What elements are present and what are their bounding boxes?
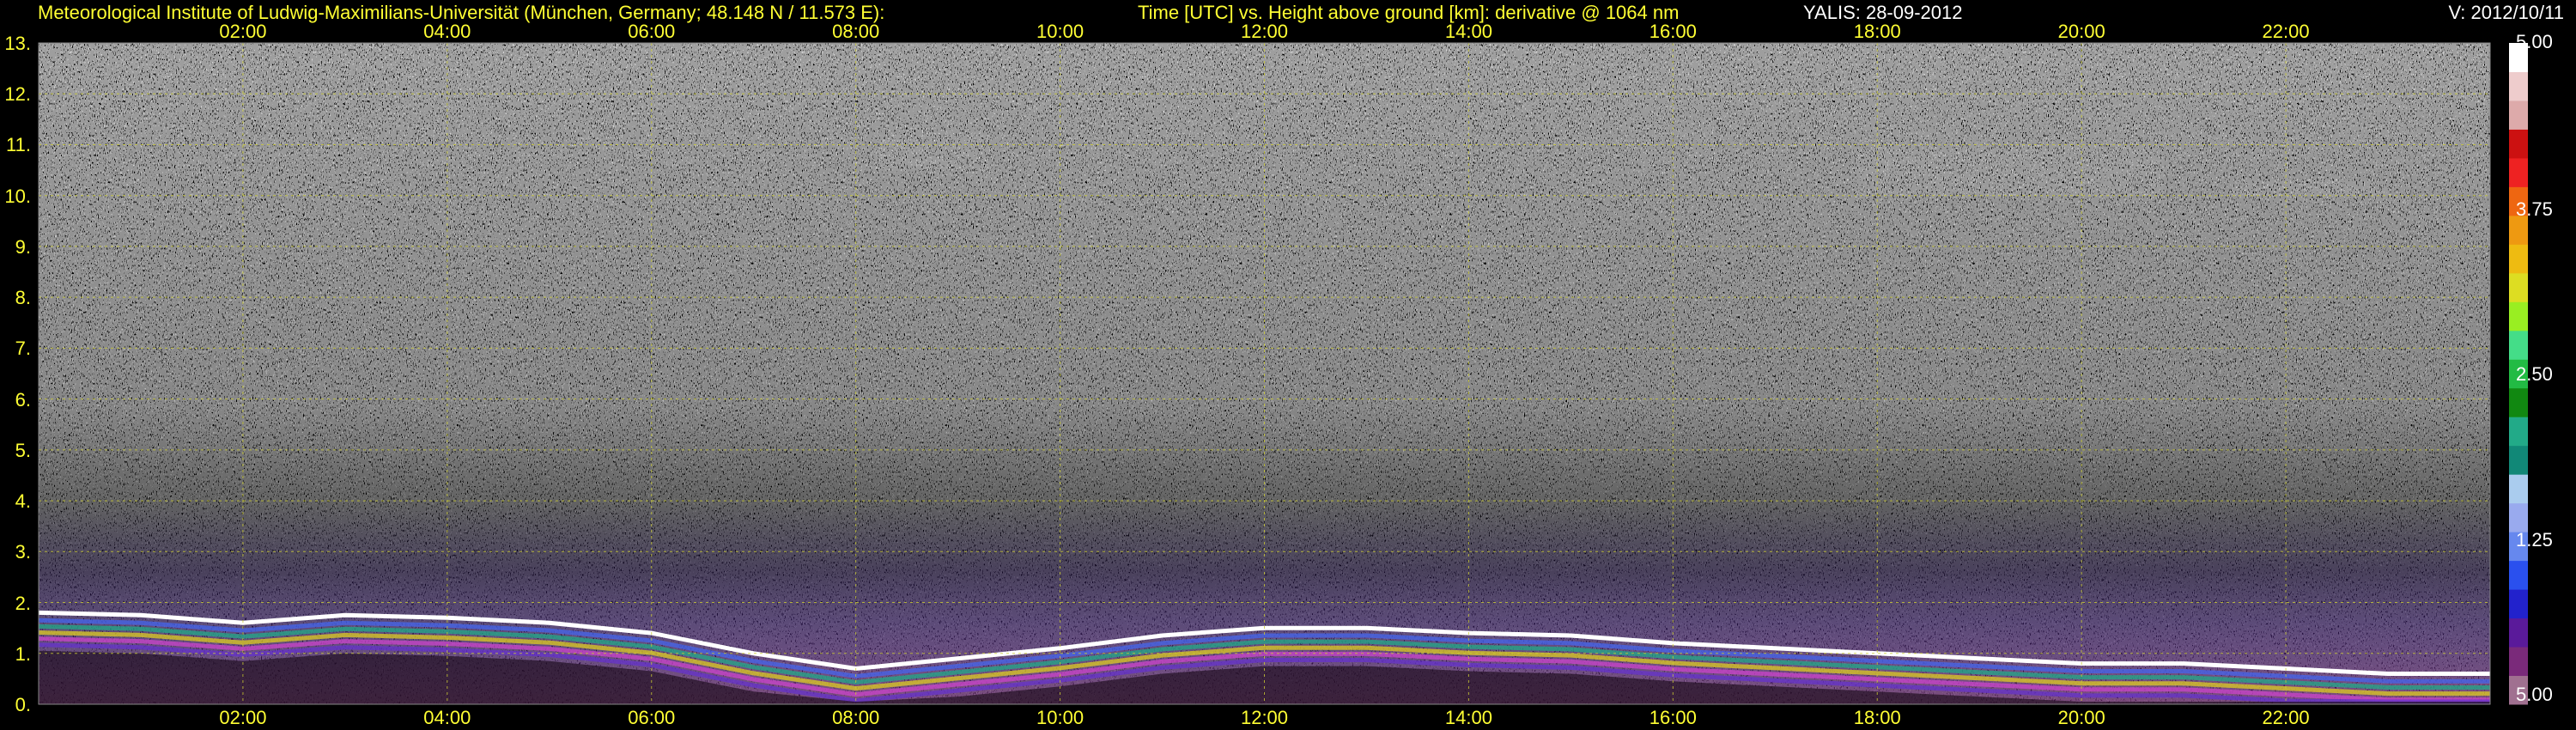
x-tick-label-top: 22:00 (2262, 21, 2310, 42)
colorbar-label: 2.50 (2516, 363, 2553, 385)
colorbar-swatch (2509, 647, 2528, 677)
x-tick-label-bottom: 12:00 (1240, 707, 1289, 728)
x-tick-label-top: 08:00 (832, 21, 880, 42)
colorbar-swatch (2509, 445, 2528, 475)
colorbar-swatch (2509, 100, 2528, 130)
y-tick-label: 7. (15, 338, 31, 360)
x-tick-label-top: 04:00 (423, 21, 471, 42)
x-tick-label-top: 18:00 (1853, 21, 1901, 42)
y-tick-label: 8. (15, 287, 31, 309)
y-tick-label: 9. (15, 235, 31, 258)
x-tick-label-top: 20:00 (2057, 21, 2105, 42)
colorbar-swatch (2509, 417, 2528, 447)
colorbar-swatch (2509, 330, 2528, 360)
colorbar-swatch (2509, 387, 2528, 417)
x-tick-label-bottom: 02:00 (219, 707, 267, 728)
y-tick-label: 3. (15, 541, 31, 563)
colorbar-swatch (2509, 157, 2528, 187)
y-tick-label: 0. (15, 694, 31, 715)
y-tick-label: 12. (4, 83, 31, 106)
colorbar-swatch (2509, 272, 2528, 302)
x-tick-label-top: 02:00 (219, 21, 267, 42)
colorbar-swatch (2509, 474, 2528, 504)
x-tick-label-bottom: 16:00 (1649, 707, 1697, 728)
x-tick-label-top: 12:00 (1240, 21, 1289, 42)
colorbar-swatch (2509, 244, 2528, 274)
colorbar-swatch (2509, 560, 2528, 590)
y-tick-label: 10. (4, 185, 31, 207)
x-tick-label-bottom: 14:00 (1444, 707, 1492, 728)
colorbar-swatch (2509, 129, 2528, 159)
y-tick-label: 1. (15, 642, 31, 665)
colorbar-label: 5.00 (2516, 31, 2553, 52)
x-tick-label-bottom: 10:00 (1036, 707, 1084, 728)
y-tick-label: 6. (15, 388, 31, 411)
cloud-patch (1856, 144, 2164, 196)
x-tick-label-bottom: 20:00 (2057, 707, 2105, 728)
y-tick-label: 13. (4, 33, 31, 54)
x-tick-label-bottom: 22:00 (2262, 707, 2310, 728)
y-tick-label: 2. (15, 592, 31, 614)
colorbar-swatch (2509, 71, 2528, 101)
x-tick-label-top: 06:00 (628, 21, 676, 42)
y-tick-label: 5. (15, 439, 31, 461)
x-tick-label-bottom: 18:00 (1853, 707, 1901, 728)
x-tick-label-top: 16:00 (1649, 21, 1697, 42)
colorbar-label: 1.25 (2516, 528, 2553, 551)
colorbar-swatch (2509, 617, 2528, 648)
x-tick-label-top: 10:00 (1036, 21, 1084, 42)
colorbar-swatch (2509, 589, 2528, 619)
colorbar-label: 3.75 (2516, 198, 2553, 220)
cloud-patch (876, 134, 989, 171)
lidar-heatmap-chart (38, 42, 2528, 705)
colorbar-swatch (2509, 301, 2528, 332)
y-tick-label: 11. (6, 134, 31, 156)
y-tick-label: 4. (15, 490, 31, 513)
colorbar-label: 5.00 (2516, 684, 2553, 705)
x-tick-label-bottom: 04:00 (423, 707, 471, 728)
x-tick-label-bottom: 06:00 (628, 707, 676, 728)
x-tick-label-top: 14:00 (1444, 21, 1492, 42)
cloud-patch (2234, 179, 2389, 196)
x-tick-label-bottom: 08:00 (832, 707, 880, 728)
